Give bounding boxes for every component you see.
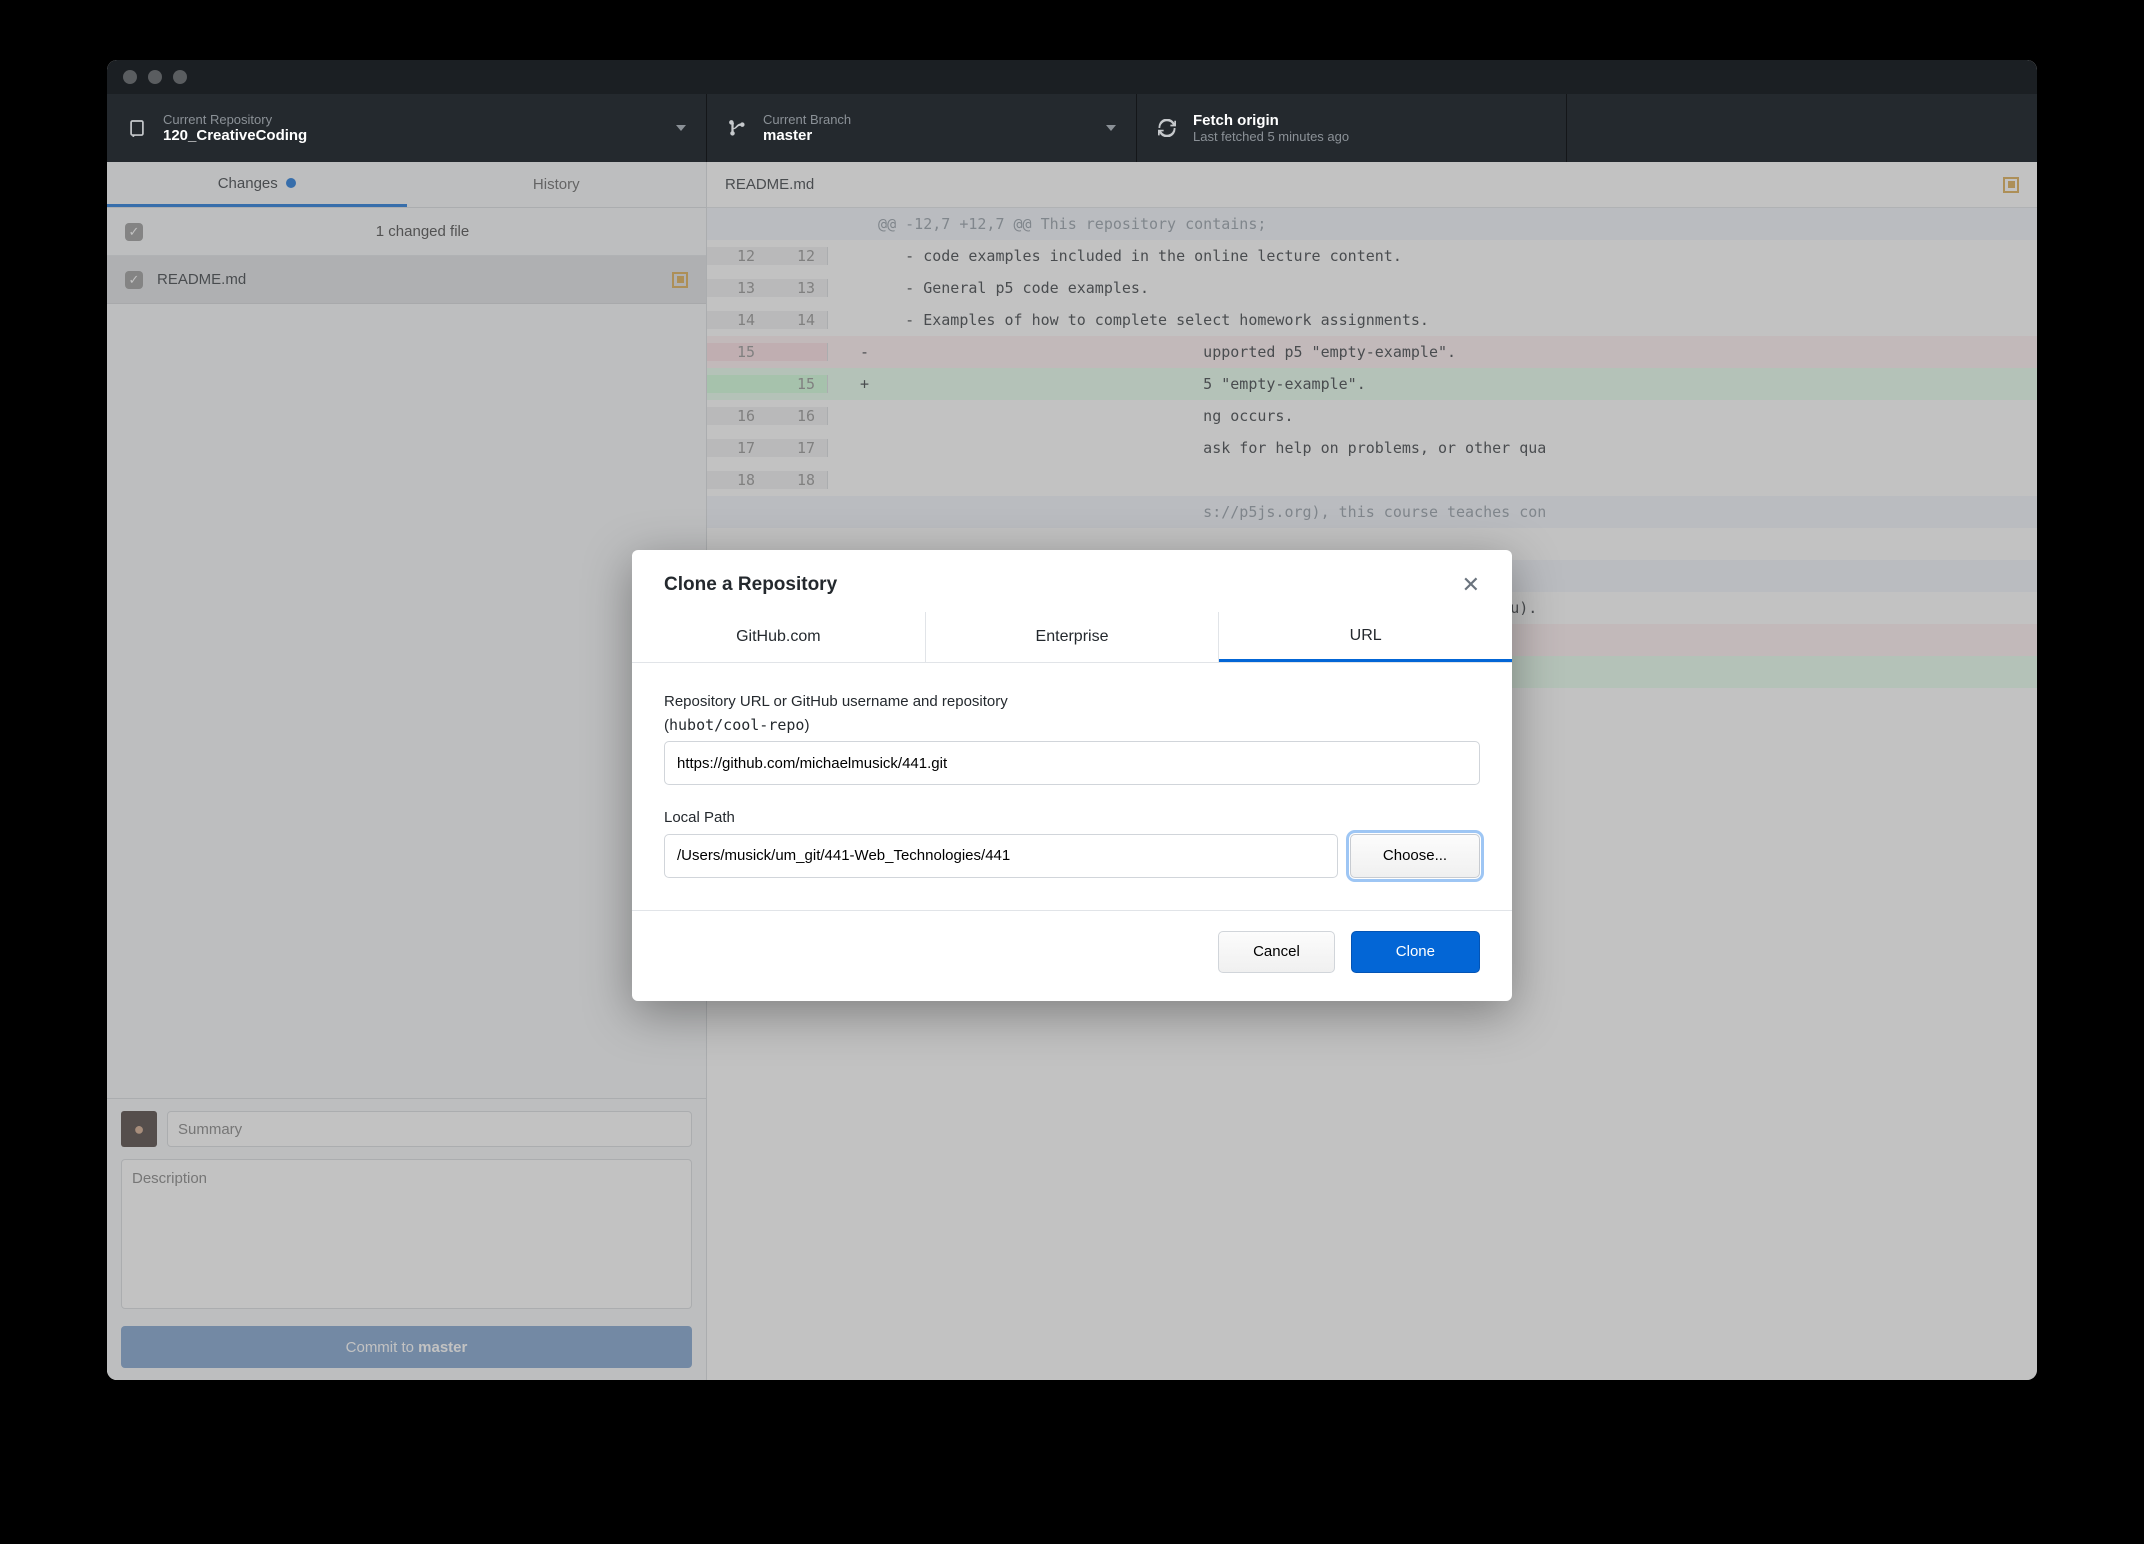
clone-modal: Clone a Repository ✕ GitHub.com Enterpri…	[632, 550, 1512, 1001]
chevron-down-icon	[1106, 125, 1116, 131]
main-body: Changes History ✓ 1 changed file ✓ READM…	[107, 162, 2037, 1380]
branch-label: Current Branch	[763, 112, 851, 127]
tab-enterprise[interactable]: Enterprise	[926, 612, 1220, 662]
zoom-traffic-light[interactable]	[173, 70, 187, 84]
local-path-label: Local Path	[664, 807, 1480, 830]
modal-title: Clone a Repository	[664, 574, 837, 596]
titlebar	[107, 60, 2037, 94]
tab-url[interactable]: URL	[1219, 612, 1512, 662]
sync-icon	[1157, 118, 1177, 138]
clone-button[interactable]: Clone	[1351, 931, 1480, 973]
local-path-input[interactable]	[664, 834, 1338, 878]
repo-value: 120_CreativeCoding	[163, 127, 307, 144]
tab-github-com[interactable]: GitHub.com	[632, 612, 926, 662]
fetch-origin-button[interactable]: Fetch origin Last fetched 5 minutes ago	[1137, 94, 1567, 162]
cancel-button[interactable]: Cancel	[1218, 931, 1335, 973]
close-icon[interactable]: ✕	[1462, 574, 1480, 596]
fetch-sub: Last fetched 5 minutes ago	[1193, 129, 1349, 144]
branch-value: master	[763, 127, 851, 144]
repo-icon	[127, 118, 147, 138]
choose-path-button[interactable]: Choose...	[1350, 834, 1480, 878]
toolbar-spacer	[1567, 94, 2037, 162]
repo-label: Current Repository	[163, 112, 307, 127]
current-branch-selector[interactable]: Current Branch master	[707, 94, 1137, 162]
app-window: Current Repository 120_CreativeCoding Cu…	[107, 60, 2037, 1380]
toolbar: Current Repository 120_CreativeCoding Cu…	[107, 94, 2037, 162]
branch-icon	[727, 118, 747, 138]
repository-url-input[interactable]	[664, 741, 1480, 785]
chevron-down-icon	[676, 125, 686, 131]
current-repository-selector[interactable]: Current Repository 120_CreativeCoding	[107, 94, 707, 162]
url-field-label: Repository URL or GitHub username and re…	[664, 691, 1480, 737]
fetch-action: Fetch origin	[1193, 112, 1349, 129]
minimize-traffic-light[interactable]	[148, 70, 162, 84]
modal-tabs: GitHub.com Enterprise URL	[632, 612, 1512, 663]
close-traffic-light[interactable]	[123, 70, 137, 84]
